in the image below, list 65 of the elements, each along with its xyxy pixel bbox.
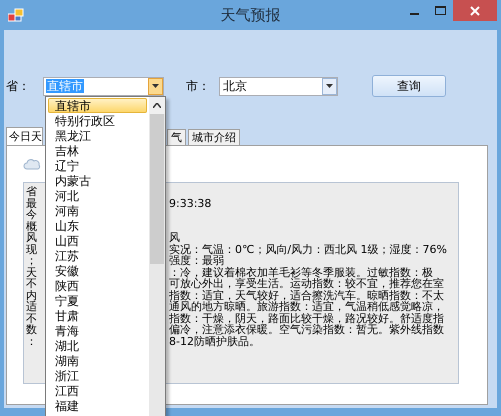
report-text: 数 [26, 324, 38, 336]
report-text: 偏冷，注意添衣保暖。空气污染指数：暂无。紫外线指数 [169, 324, 445, 336]
cloud-icon [23, 158, 41, 170]
scroll-up-icon[interactable] [153, 103, 161, 108]
report-text: 现 [26, 244, 38, 255]
province-label: 省： [6, 78, 31, 94]
report-text: 9:33:38 [169, 198, 212, 209]
close-icon [470, 6, 480, 16]
province-option[interactable]: 陕西 [48, 278, 147, 293]
tab[interactable]: 城市介绍 [188, 129, 240, 145]
report-text: 概 [26, 220, 38, 232]
dropdown-arrow-icon [326, 84, 333, 88]
report-text: 强度：最弱 [169, 255, 224, 266]
report-text: 天 [26, 266, 38, 278]
province-option[interactable]: 直辖市 [48, 98, 147, 113]
report-text: 通风的地方晾晒。旅游指数：适宜，气温稍低感觉略凉， [169, 301, 445, 312]
province-option[interactable]: 特别行政区 [48, 113, 147, 128]
report-text: 不 [26, 312, 38, 324]
report-text: 最 [26, 198, 38, 209]
query-button[interactable]: 查询 [372, 75, 446, 97]
report-text: 风 [26, 232, 38, 244]
province-option[interactable]: 江西 [48, 383, 147, 398]
province-option[interactable]: 河北 [48, 188, 147, 203]
close-button[interactable] [453, 0, 497, 21]
report-text: 适 [26, 301, 38, 312]
report-text: 8-12防晒护肤品。 [169, 336, 261, 347]
tab[interactable]: 今日天 [6, 127, 43, 145]
scrollbar[interactable] [149, 97, 165, 416]
province-option[interactable]: 湖南 [48, 353, 147, 368]
app-icon [8, 8, 24, 22]
province-option[interactable]: 湖北 [48, 338, 147, 353]
report-text: 内 [26, 290, 38, 301]
province-option[interactable]: 山西 [48, 233, 147, 248]
city-combo-box[interactable]: 北京 [219, 76, 338, 96]
province-option[interactable]: 宁夏 [48, 293, 147, 308]
scrollbar-thumb[interactable] [150, 114, 164, 264]
report-text: 省 [26, 186, 38, 198]
province-option[interactable]: 福建 [48, 398, 147, 413]
report-text: 指数：干燥，阴天，路面比较干燥，路况较好。舒适度指 [169, 312, 445, 324]
province-option[interactable]: 山东 [48, 218, 147, 233]
report-text: 可放心外出，享受生活。运动指数：较不宜，推荐您在室 [169, 278, 445, 290]
city-label: 市： [186, 78, 211, 94]
maximize-icon [434, 6, 446, 16]
province-option[interactable]: 河南 [48, 203, 147, 218]
report-text: 不 [26, 278, 38, 290]
minimize-icon [410, 12, 418, 14]
province-option[interactable]: 江苏 [48, 248, 147, 263]
tab[interactable]: 气 [167, 129, 186, 145]
province-option[interactable]: 青海 [48, 323, 147, 338]
province-option[interactable]: 浙江 [48, 368, 147, 383]
window-title: 天气预报 [220, 6, 280, 24]
province-option[interactable]: 辽宁 [48, 158, 147, 173]
report-text: 风 [169, 232, 181, 244]
report-text: 指数：适宜，天气较好，适合擦洗汽车。晾晒指数：不太 [169, 290, 445, 301]
report-text: 实况：气温：0℃；风向/风力：西北风 1级；湿度：76% [169, 244, 448, 255]
province-option[interactable]: 吉林 [48, 143, 147, 158]
province-option[interactable]: 甘肃 [48, 308, 147, 323]
report-text: ：冷，建议着棉衣加羊毛衫等冬季服装。过敏指数：极 [169, 266, 433, 278]
province-option[interactable]: 内蒙古 [48, 173, 147, 188]
dropdown-arrow-icon [152, 84, 159, 88]
report-text: ： [26, 336, 38, 347]
province-option[interactable]: 安徽 [48, 263, 147, 278]
report-text: ； [26, 255, 38, 266]
province-option[interactable]: 黑龙江 [48, 128, 147, 143]
report-text: 今 [26, 209, 38, 220]
